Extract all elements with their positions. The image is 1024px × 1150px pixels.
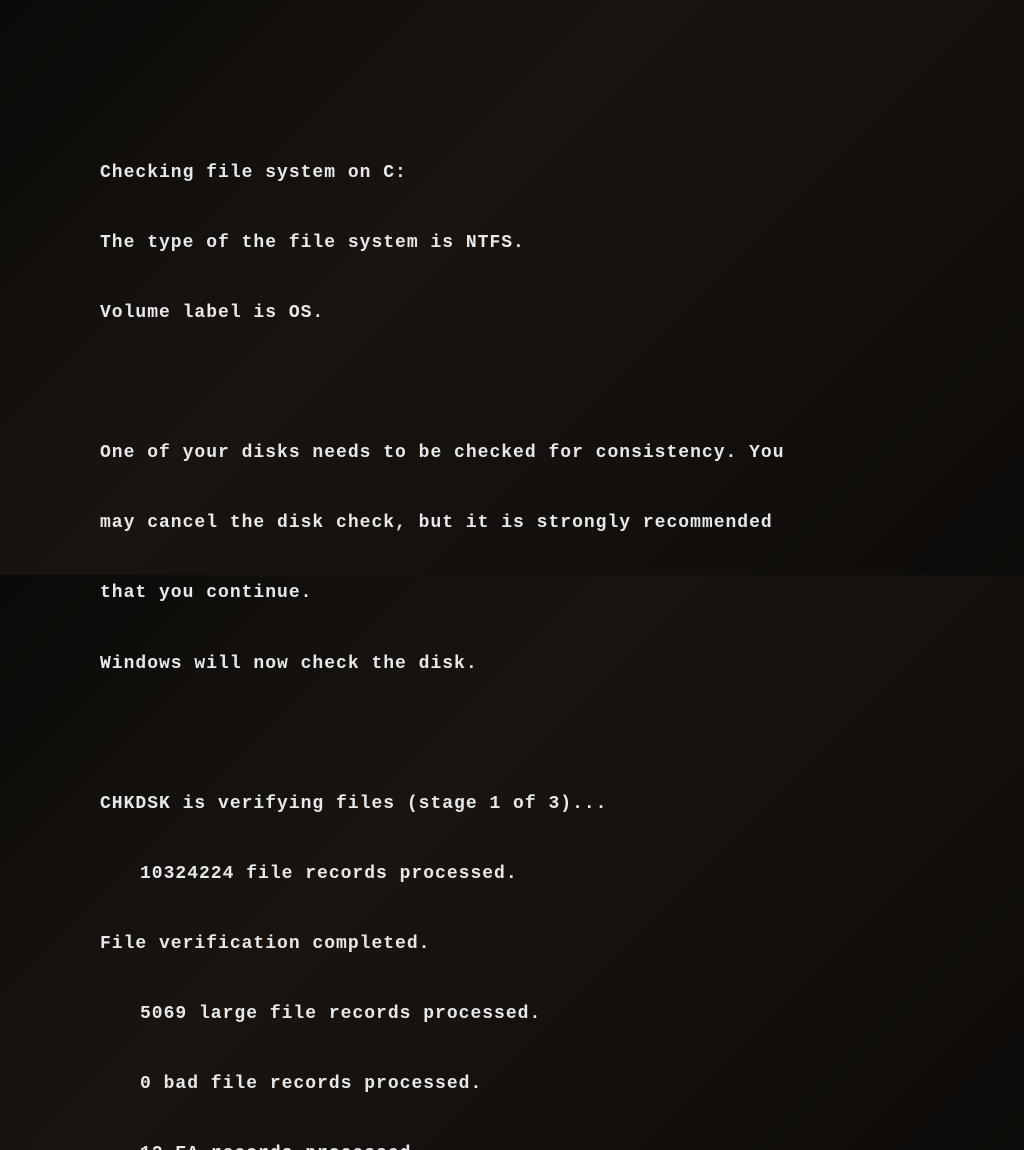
warning-line-4: Windows will now check the disk.: [100, 653, 1024, 676]
warning-line-3: that you continue.: [100, 582, 1024, 605]
header-line-2: The type of the file system is NTFS.: [100, 232, 1024, 255]
chkdsk-terminal: Checking file system on C: The type of t…: [0, 0, 1024, 1150]
stage1-large-files: 5069 large file records processed.: [100, 1003, 1024, 1026]
warning-line-2: may cancel the disk check, but it is str…: [100, 512, 1024, 535]
header-line-1: Checking file system on C:: [100, 162, 1024, 185]
stage1-completed: File verification completed.: [100, 933, 1024, 956]
stage1-file-records: 10324224 file records processed.: [100, 863, 1024, 886]
blank-line: [100, 723, 1024, 746]
stage1-ea-records: 12 EA records processed.: [100, 1143, 1024, 1150]
blank-line: [100, 372, 1024, 395]
stage1-bad-files: 0 bad file records processed.: [100, 1073, 1024, 1096]
header-line-3: Volume label is OS.: [100, 302, 1024, 325]
warning-line-1: One of your disks needs to be checked fo…: [100, 442, 1024, 465]
stage1-header: CHKDSK is verifying files (stage 1 of 3)…: [100, 793, 1024, 816]
